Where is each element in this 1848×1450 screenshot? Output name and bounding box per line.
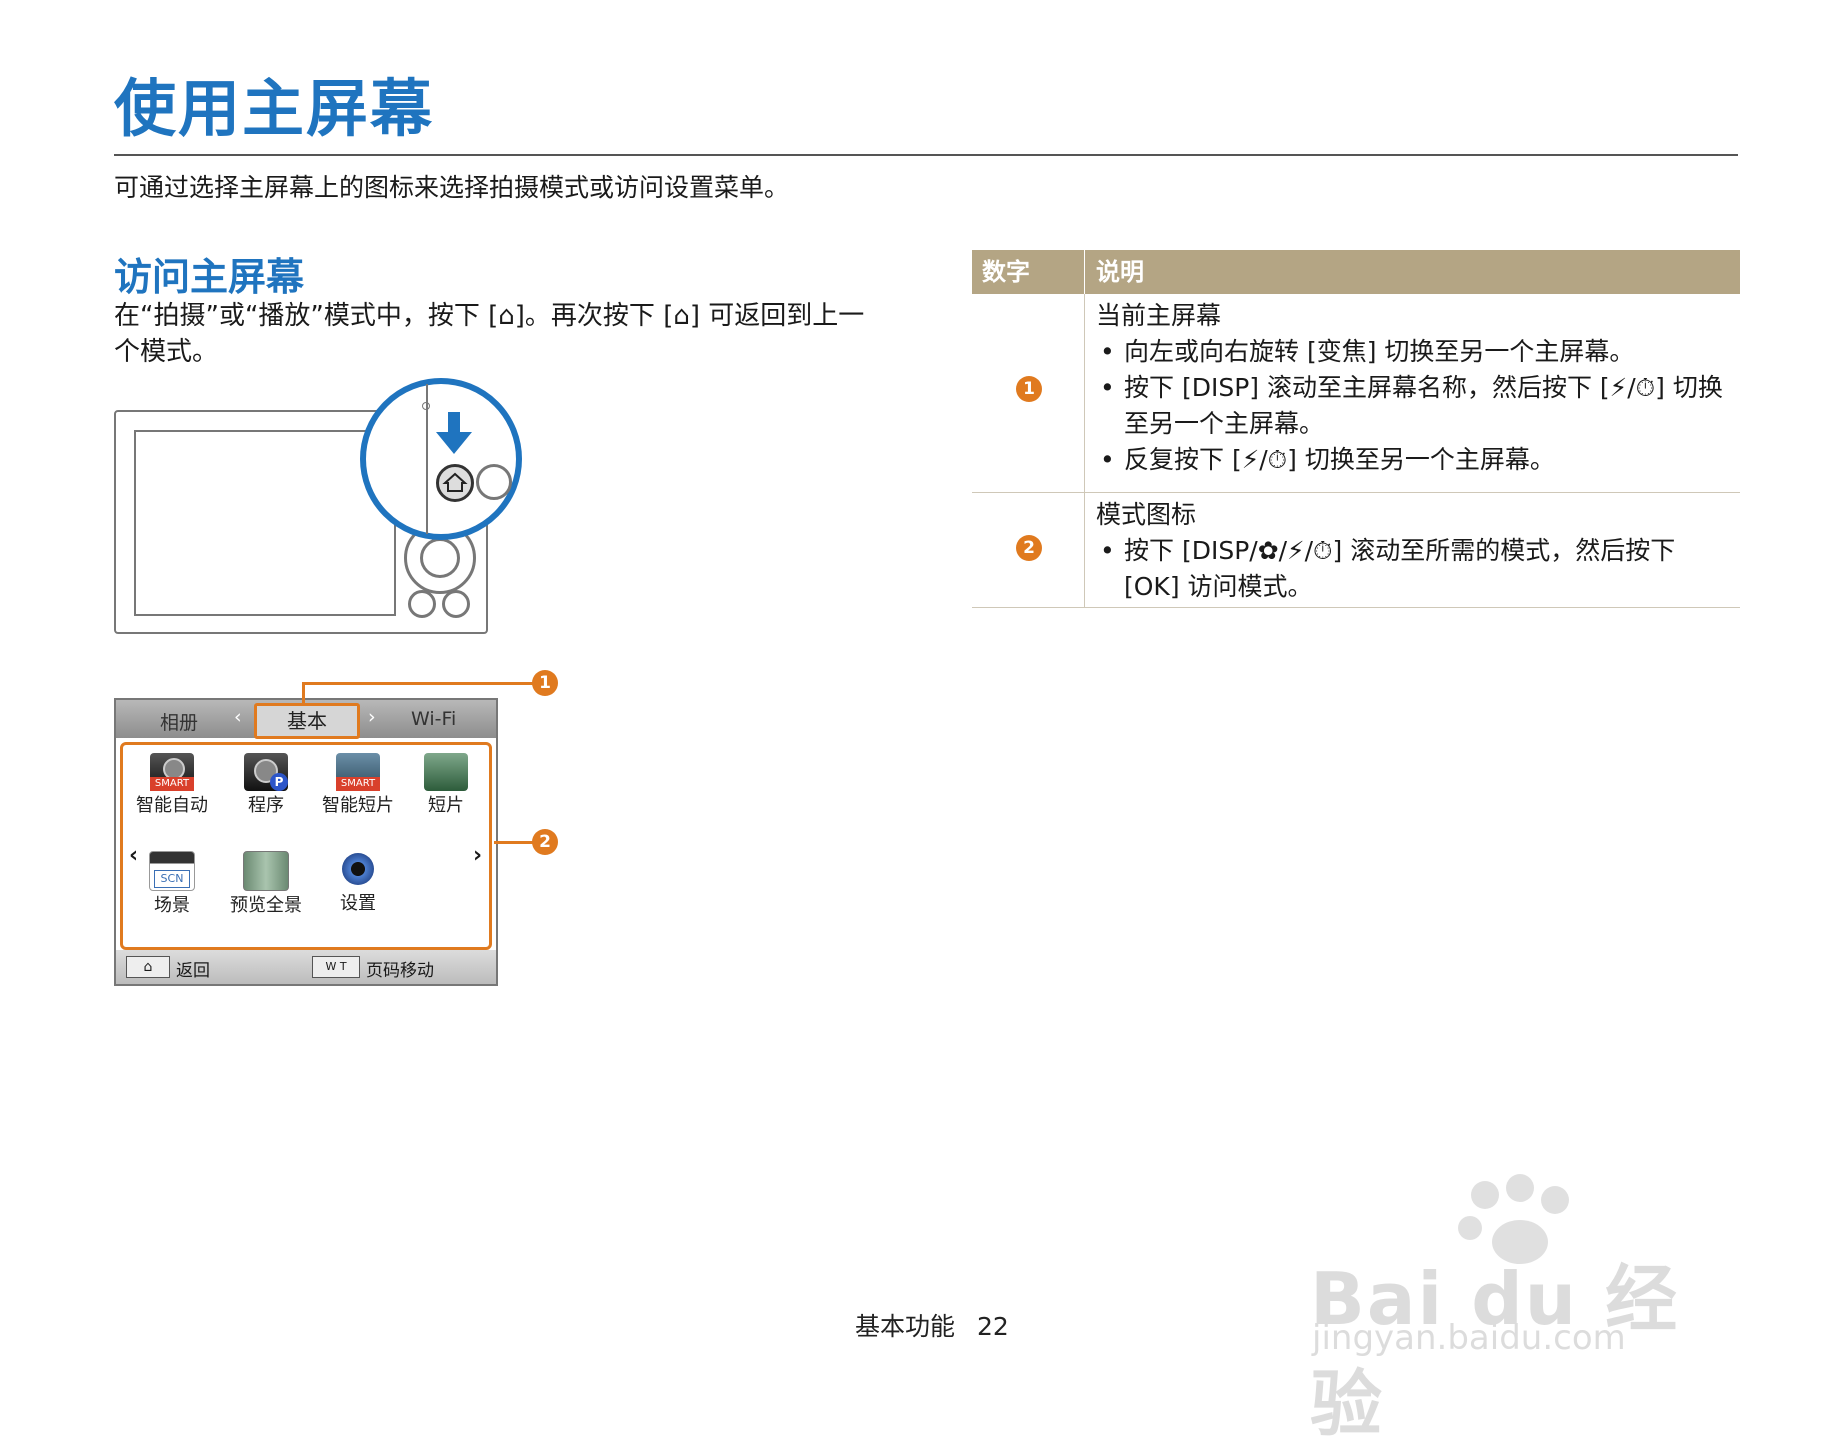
row-number: 1 bbox=[1016, 376, 1042, 402]
header-description: 说明 bbox=[1096, 258, 1144, 286]
intro-text: 可通过选择主屏幕上的图标来选择拍摄模式或访问设置菜单。 bbox=[114, 173, 790, 202]
panorama-icon bbox=[243, 851, 289, 891]
row-title: 当前主屏幕 bbox=[1096, 301, 1222, 330]
chevron-right-icon[interactable]: › bbox=[368, 706, 376, 728]
page-title: 使用主屏幕 bbox=[114, 72, 435, 145]
camera-button bbox=[442, 590, 470, 618]
page-number: 22 bbox=[976, 1312, 1009, 1341]
movie-icon bbox=[424, 753, 468, 791]
movie-icon: SMART bbox=[336, 753, 380, 791]
header-number: 数字 bbox=[982, 258, 1030, 286]
watermark-url: jingyan.baidu.com bbox=[1312, 1318, 1626, 1358]
camera-icon: SMART bbox=[150, 753, 194, 791]
mode-scene[interactable]: SCN 场景 bbox=[127, 851, 217, 917]
row-title: 模式图标 bbox=[1096, 500, 1197, 529]
tab-wifi[interactable]: Wi-Fi bbox=[411, 708, 456, 730]
home-footer-bar: ⌂ 返回 W T 页码移动 bbox=[116, 950, 496, 984]
section-text: 在“拍摄”或“播放”模式中，按下 [⌂]。再次按下 [⌂] 可返回到上一个模式。 bbox=[114, 301, 865, 367]
page-footer: 基本功能 22 bbox=[855, 1307, 1009, 1343]
home-button bbox=[436, 464, 474, 502]
title-divider bbox=[114, 154, 1738, 156]
tab-basic[interactable]: 基本 bbox=[254, 703, 360, 739]
callout-line bbox=[302, 682, 305, 704]
zoom-lever-icon: W T bbox=[312, 956, 360, 978]
footer-page-label: 页码移动 bbox=[366, 961, 434, 981]
table-row: 1 当前主屏幕 向左或向右旋转 [变焦] 切换至另一个主屏幕。 按下 [DISP… bbox=[972, 294, 1740, 493]
home-icon bbox=[442, 472, 468, 492]
home-button-zoom-callout bbox=[360, 378, 522, 540]
home-tab-bar: 相册 ‹ 基本 › Wi-Fi bbox=[116, 700, 496, 739]
list-item: 向左或向右旋转 [变焦] 切换至另一个主屏幕。 bbox=[1096, 334, 1730, 370]
row-number: 2 bbox=[1016, 535, 1042, 561]
mode-program[interactable]: P 程序 bbox=[221, 753, 311, 817]
clapperboard-icon: SCN bbox=[149, 851, 195, 891]
description-table: 数字 说明 1 当前主屏幕 向左或向右旋转 [变焦] 切换至另一个主屏幕。 按下… bbox=[972, 250, 1740, 608]
camera-icon: P bbox=[244, 753, 288, 791]
mode-smart-movie[interactable]: SMART 智能短片 bbox=[313, 753, 403, 817]
mode-live-panorama[interactable]: 预览全景 bbox=[221, 851, 311, 917]
footer-section: 基本功能 bbox=[855, 1312, 956, 1341]
callout-1: 1 bbox=[532, 670, 558, 696]
mode-settings[interactable]: 设置 bbox=[313, 851, 403, 915]
mode-icon-grid: SMART 智能自动 P 程序 SMART 智能短片 短片 ‹ › SCN 场景… bbox=[120, 742, 492, 950]
section-title: 访问主屏幕 bbox=[114, 255, 305, 299]
mode-smart-auto[interactable]: SMART 智能自动 bbox=[127, 753, 217, 817]
chevron-left-icon[interactable]: ‹ bbox=[234, 706, 242, 728]
gear-icon bbox=[336, 851, 380, 889]
baidu-watermark: Bai du 经验 jingyan.baidu.com bbox=[1310, 1170, 1750, 1446]
down-arrow-icon bbox=[436, 412, 472, 454]
callout-line bbox=[302, 682, 542, 685]
home-icon: ⌂ bbox=[126, 956, 170, 978]
table-row: 2 模式图标 按下 [DISP/✿/⚡/⏱] 滚动至所需的模式，然后按下 [OK… bbox=[972, 493, 1740, 608]
callout-2: 2 bbox=[532, 829, 558, 855]
camera-dial-center bbox=[420, 538, 460, 578]
home-screen-ui: 相册 ‹ 基本 › Wi-Fi SMART 智能自动 P 程序 SMART 智能… bbox=[114, 698, 498, 986]
camera-lcd bbox=[134, 430, 396, 616]
list-item: 按下 [DISP/✿/⚡/⏱] 滚动至所需的模式，然后按下 [OK] 访问模式。 bbox=[1096, 533, 1730, 605]
footer-back-label: 返回 bbox=[176, 961, 210, 981]
list-item: 按下 [DISP] 滚动至主屏幕名称，然后按下 [⚡/⏱] 切换至另一个主屏幕。 bbox=[1096, 370, 1730, 442]
table-header: 数字 说明 bbox=[972, 250, 1740, 294]
mode-movie[interactable]: 短片 bbox=[401, 753, 491, 817]
chevron-right-icon[interactable]: › bbox=[473, 843, 482, 868]
list-item: 反复按下 [⚡/⏱] 切换至另一个主屏幕。 bbox=[1096, 442, 1730, 478]
tab-album[interactable]: 相册 bbox=[160, 708, 198, 735]
camera-button bbox=[408, 590, 436, 618]
